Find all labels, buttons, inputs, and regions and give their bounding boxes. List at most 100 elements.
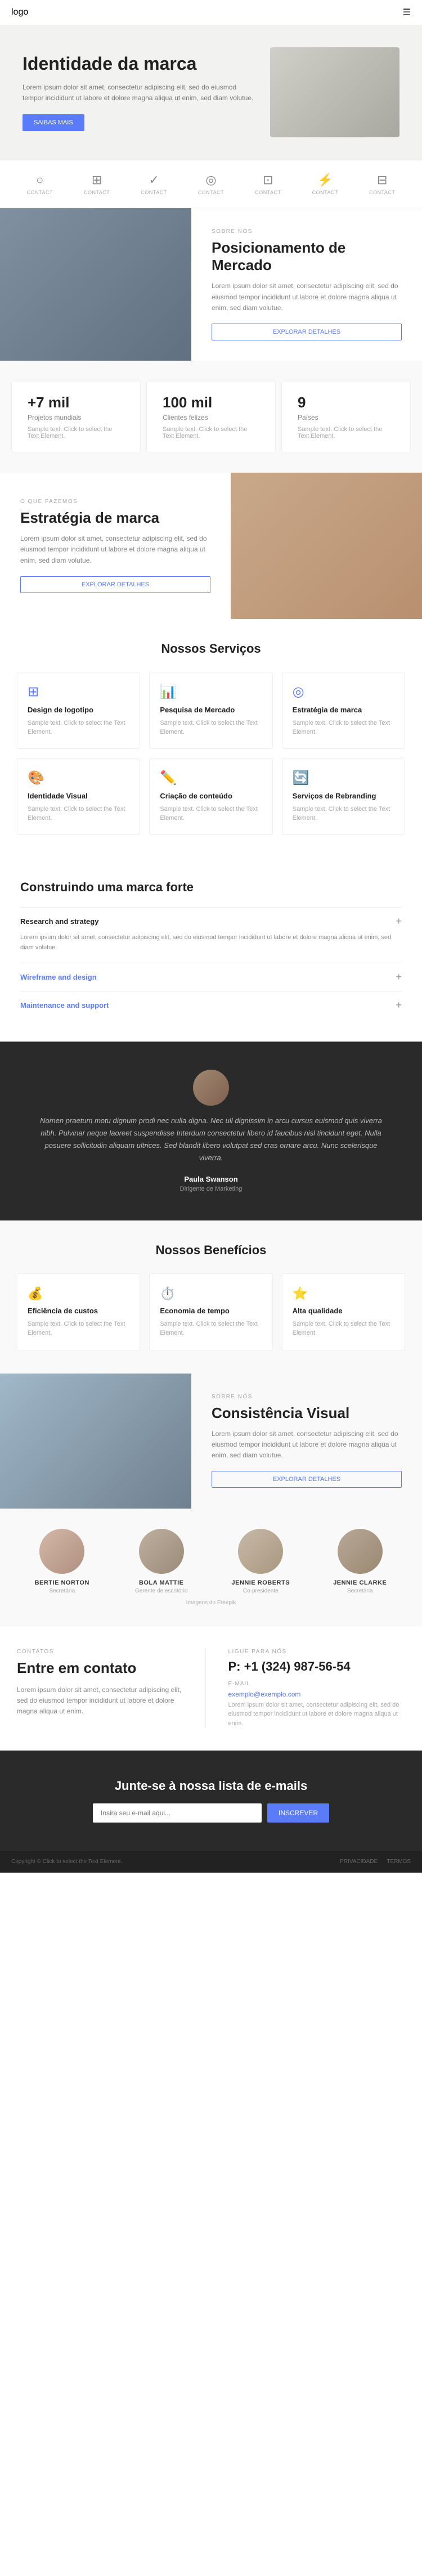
stat-label-0: Projetos mundiais (28, 414, 124, 421)
stats-row: +7 mil Projetos mundiais Sample text. Cl… (0, 361, 422, 473)
icons-row: ○ CONTACT ⊞ CONTACT ✓ CONTACT ◎ CONTACT … (0, 160, 422, 208)
footer-link-0[interactable]: PRIVACIDADE (340, 1859, 378, 1865)
hero-cta-button[interactable]: SAIBAS MAIS (23, 114, 84, 131)
navigation: logo ☰ (0, 0, 422, 25)
testimonial-text: Nomen praetum motu dignum prodi nec null… (34, 1115, 388, 1164)
icon-3: ◎ (198, 173, 224, 187)
newsletter-button[interactable]: INSCREVER (267, 1803, 329, 1823)
benefit-desc-0: Sample text. Click to select the Text El… (28, 1320, 129, 1338)
hero-section: Identidade da marca Lorem ipsum dolor si… (0, 25, 422, 160)
benefit-name-0: Eficiência de custos (28, 1307, 129, 1315)
footer-links: PRIVACIDADE TERMOS (340, 1859, 411, 1865)
team-role-0: Secretária (17, 1588, 107, 1594)
stat-label-2: Países (298, 414, 394, 421)
contact-section: CONTATOS Entre em contato Lorem ipsum do… (0, 1626, 422, 1751)
contact-right-label: LIGUE PARA NÓS (228, 1649, 406, 1655)
stat-card-1: 100 mil Clientes felizes Sample text. Cl… (146, 381, 276, 452)
consistencia-text: SOBRE NÓS Consistência Visual Lorem ipsu… (191, 1374, 422, 1509)
testimonial-name: Paula Swanson (34, 1175, 388, 1183)
team-name-0: BERTIE NORTON (17, 1579, 107, 1586)
stat-number-2: 9 (298, 394, 394, 411)
contact-right: LIGUE PARA NÓS P: +1 (324) 987-56-54 E-M… (217, 1649, 406, 1729)
service-desc-3: Sample text. Click to select the Text El… (28, 805, 129, 823)
service-icon-4: ✏️ (160, 770, 262, 786)
icon-item-0[interactable]: ○ CONTACT (27, 173, 53, 195)
service-card-1: 📊 Pesquisa de Mercado Sample text. Click… (149, 672, 272, 749)
accordion-label-2: Maintenance and support (20, 1001, 109, 1009)
icon-0: ○ (27, 173, 53, 187)
team-photo-0 (39, 1529, 84, 1574)
icon-item-2[interactable]: ✓ CONTACT (141, 173, 167, 195)
consistencia-label: SOBRE NÓS (212, 1394, 402, 1400)
footer-copyright: Copyright © Click to select the Text Ele… (11, 1859, 122, 1865)
services-grid: ⊞ Design de logotipo Sample text. Click … (17, 672, 405, 835)
stat-card-0: +7 mil Projetos mundiais Sample text. Cl… (11, 381, 141, 452)
benefit-icon-1: ⏱️ (160, 1286, 262, 1301)
service-icon-5: 🔄 (293, 770, 394, 786)
sobre-desc: Lorem ipsum dolor sit amet, consectetur … (212, 281, 402, 313)
team-name-2: JENNIE ROBERTS (216, 1579, 306, 1586)
service-name-5: Serviços de Rebranding (293, 792, 394, 800)
accordion-item-0[interactable]: Research and strategy + Lorem ipsum dolo… (20, 907, 402, 963)
services-title: Nossos Serviços (17, 641, 405, 656)
icon-6: ⊟ (369, 173, 395, 187)
icon-item-3[interactable]: ◎ CONTACT (198, 173, 224, 195)
icon-item-1[interactable]: ⊞ CONTACT (84, 173, 110, 195)
contact-email-desc: Lorem ipsum dolor sit amet, consectetur … (228, 1700, 406, 1729)
team-card-0: BERTIE NORTON Secretária (17, 1529, 107, 1594)
benefit-icon-0: 💰 (28, 1286, 129, 1301)
icon-2: ✓ (141, 173, 167, 187)
menu-icon[interactable]: ☰ (403, 7, 411, 18)
accordion-item-2[interactable]: Maintenance and support + (20, 991, 402, 1019)
accordion-item-1[interactable]: Wireframe and design + (20, 963, 402, 991)
benefit-desc-2: Sample text. Click to select the Text El… (293, 1320, 394, 1338)
team-role-1: Gerente de escritório (116, 1588, 207, 1594)
team-name-1: BOLA MATTIE (116, 1579, 207, 1586)
contact-left: CONTATOS Entre em contato Lorem ipsum do… (17, 1649, 206, 1729)
icon-label-0: CONTACT (27, 190, 53, 195)
stat-desc-0: Sample text. Click to select the Text El… (28, 426, 124, 439)
service-card-3: 🎨 Identidade Visual Sample text. Click t… (17, 758, 140, 835)
contact-email[interactable]: exemplo@exemplo.com (228, 1690, 406, 1698)
sobre-button[interactable]: EXPLORAR DETALHES (212, 324, 402, 340)
consistencia-title: Consistência Visual (212, 1404, 402, 1422)
consistencia-button[interactable]: EXPLORAR DETALHES (212, 1471, 402, 1488)
icon-label-2: CONTACT (141, 190, 167, 195)
what-button[interactable]: EXPLORAR DETALHES (20, 576, 210, 593)
accordion-icon-2: + (396, 999, 402, 1011)
benefits-title: Nossos Benefícios (17, 1243, 405, 1258)
benefit-desc-1: Sample text. Click to select the Text El… (160, 1320, 262, 1338)
benefit-card-0: 💰 Eficiência de custos Sample text. Clic… (17, 1273, 140, 1351)
service-desc-2: Sample text. Click to select the Text El… (293, 719, 394, 737)
contact-email-label: E-MAIL (228, 1681, 406, 1687)
hero-title: Identidade da marca (23, 53, 259, 74)
stat-number-1: 100 mil (163, 394, 259, 411)
benefits-section: Nossos Benefícios 💰 Eficiência de custos… (0, 1220, 422, 1374)
service-icon-0: ⊞ (28, 684, 129, 700)
icon-label-3: CONTACT (198, 190, 224, 195)
accordion-content-0: Lorem ipsum dolor sit amet, consectetur … (20, 927, 402, 955)
service-icon-1: 📊 (160, 684, 262, 700)
service-card-4: ✏️ Criação de conteúdo Sample text. Clic… (149, 758, 272, 835)
testimonial-role: Dirigente de Marketing (34, 1186, 388, 1192)
icon-label-1: CONTACT (84, 190, 110, 195)
service-name-4: Criação de conteúdo (160, 792, 262, 800)
icon-item-5[interactable]: ⚡ CONTACT (312, 173, 338, 195)
service-name-2: Estratégia de marca (293, 706, 394, 714)
contact-desc: Lorem ipsum dolor sit amet, consectetur … (17, 1685, 194, 1717)
icon-item-4[interactable]: ⊡ CONTACT (255, 173, 281, 195)
newsletter-input[interactable] (93, 1803, 262, 1823)
service-desc-0: Sample text. Click to select the Text El… (28, 719, 129, 737)
what-label: O QUE FAZEMOS (20, 499, 210, 505)
accordion-label-0: Research and strategy (20, 917, 98, 926)
sobre-text: SOBRE NÓS Posicionamento de Mercado Lore… (191, 208, 422, 361)
accordion-icon-0: + (396, 915, 402, 927)
what-title: Estratégia de marca (20, 509, 210, 527)
icon-item-6[interactable]: ⊟ CONTACT (369, 173, 395, 195)
service-card-5: 🔄 Serviços de Rebranding Sample text. Cl… (282, 758, 405, 835)
consistencia-desc: Lorem ipsum dolor sit amet, consectetur … (212, 1429, 402, 1461)
contact-left-label: CONTATOS (17, 1649, 194, 1655)
team-photo-1 (139, 1529, 184, 1574)
footer-link-1[interactable]: TERMOS (387, 1859, 411, 1865)
icon-label-4: CONTACT (255, 190, 281, 195)
